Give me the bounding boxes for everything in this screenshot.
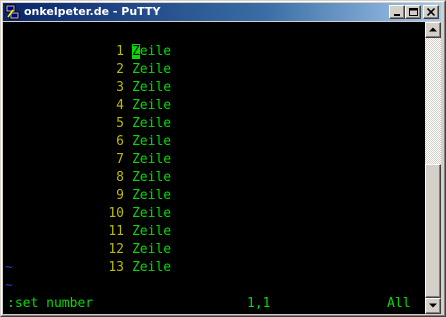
vertical-scrollbar[interactable]	[425, 22, 441, 314]
scrollbar-thumb[interactable]	[425, 164, 441, 298]
scroll-up-button[interactable]	[425, 22, 441, 38]
window-title: onkelpeter.de - PuTTY	[24, 5, 161, 18]
line-6: 6 Zeile	[3, 115, 171, 149]
line-2: 2 Zeile	[3, 43, 171, 77]
maximize-icon	[409, 8, 418, 16]
putty-window: onkelpeter.de - PuTTY 1 Zeile 2 Zeile 3 Zei…	[0, 0, 446, 317]
status-scroll-position: All	[387, 296, 411, 311]
empty-line-tilde: ~	[5, 278, 13, 293]
maximize-button[interactable]	[405, 5, 421, 19]
status-cursor-position: 1,1	[247, 296, 271, 311]
arrow-up-icon	[429, 27, 437, 32]
scroll-down-button[interactable]	[425, 298, 441, 314]
putty-icon	[5, 4, 20, 20]
minimize-icon	[394, 14, 400, 16]
close-icon	[427, 8, 435, 16]
line-10: 10 Zeile	[3, 187, 171, 221]
line-13: 13 Zeile	[3, 241, 171, 275]
line-12: 12 Zeile	[3, 223, 171, 257]
terminal-screen[interactable]: 1 Zeile 2 Zeile 3 Zeile 4 Zeile 5 Zeile 6 Zeil…	[3, 22, 425, 314]
line-7: 7 Zeile	[3, 133, 171, 167]
empty-line-tilde: ~	[5, 260, 13, 275]
close-button[interactable]	[423, 5, 439, 19]
line-4: 4 Zeile	[3, 79, 171, 113]
line-8: 8 Zeile	[3, 151, 171, 185]
status-command: :set number	[7, 296, 94, 311]
line-11: 11 Zeile	[3, 205, 171, 239]
line-1: 1 Zeile	[3, 25, 171, 59]
line-text: Zeile	[131, 260, 172, 275]
arrow-down-icon	[429, 303, 437, 308]
minimize-button[interactable]	[389, 5, 405, 19]
line-9: 9 Zeile	[3, 169, 171, 203]
vim-status-line: :set number 1,1 All	[3, 295, 425, 313]
line-number: 13	[108, 260, 124, 275]
line-3: 3 Zeile	[3, 61, 171, 95]
title-bar[interactable]: onkelpeter.de - PuTTY	[3, 3, 441, 21]
line-5: 5 Zeile	[3, 97, 171, 131]
